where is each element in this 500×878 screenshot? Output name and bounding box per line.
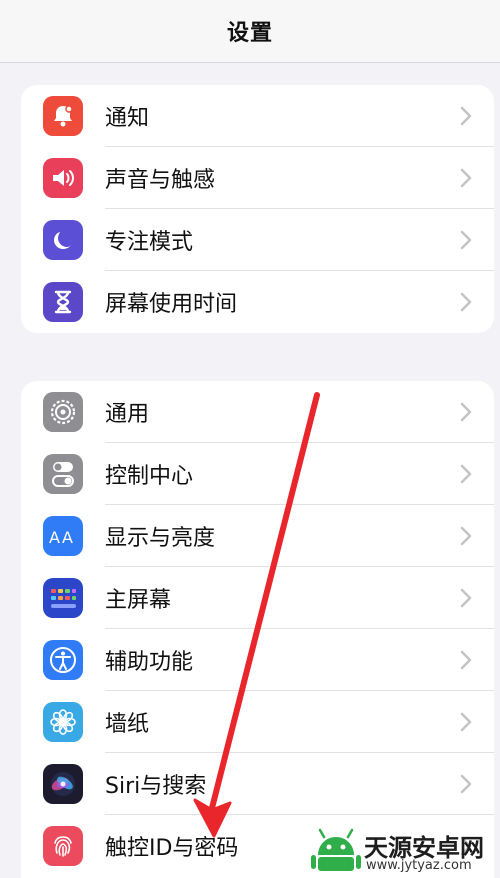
settings-group-general: 通用 控制中心 AA 显示与亮度 主屏幕 辅助功能 墙纸 Siri与搜索 触控I…: [21, 381, 494, 878]
row-accessibility[interactable]: 辅助功能: [21, 629, 494, 691]
chevron-right-icon: [460, 567, 472, 629]
chevron-right-icon: [460, 629, 472, 691]
text-size-icon: AA: [43, 516, 83, 556]
fingerprint-icon: [43, 826, 83, 866]
accessibility-icon: [43, 640, 83, 680]
row-siri-search[interactable]: Siri与搜索: [21, 753, 494, 815]
row-general[interactable]: 通用: [21, 381, 494, 443]
chevron-right-icon: [460, 147, 472, 209]
bell-icon: [43, 96, 83, 136]
moon-icon: [43, 220, 83, 260]
row-wallpaper[interactable]: 墙纸: [21, 691, 494, 753]
svg-text:A: A: [49, 528, 60, 547]
chevron-right-icon: [460, 753, 472, 815]
android-logo-icon: [311, 828, 361, 871]
grid-icon: [43, 578, 83, 618]
row-screen-time[interactable]: 屏幕使用时间: [21, 271, 494, 333]
chevron-right-icon: [460, 381, 472, 443]
row-home-screen[interactable]: 主屏幕: [21, 567, 494, 629]
row-display-brightness[interactable]: AA 显示与亮度: [21, 505, 494, 567]
gear-icon: [43, 392, 83, 432]
settings-group-notifications: 通知 声音与触感 专注模式 屏幕使用时间: [21, 85, 494, 333]
row-label: 显示与亮度: [105, 526, 216, 551]
watermark-url: www.jytyaz.com: [366, 858, 472, 873]
chevron-right-icon: [460, 505, 472, 567]
flower-icon: [43, 702, 83, 742]
row-label: 专注模式: [105, 230, 194, 255]
row-label: Siri与搜索: [105, 774, 207, 799]
row-focus[interactable]: 专注模式: [21, 209, 494, 271]
chevron-right-icon: [460, 209, 472, 271]
row-label: 辅助功能: [105, 650, 194, 675]
row-label: 通用: [105, 402, 150, 427]
row-control-center[interactable]: 控制中心: [21, 443, 494, 505]
chevron-right-icon: [460, 85, 472, 147]
row-label: 墙纸: [105, 712, 150, 737]
row-notifications[interactable]: 通知: [21, 85, 494, 147]
row-label: 屏幕使用时间: [105, 292, 238, 317]
row-label: 通知: [105, 106, 150, 131]
chevron-right-icon: [460, 271, 472, 333]
navigation-bar: 设置: [0, 0, 500, 63]
siri-icon: [43, 764, 83, 804]
row-label: 声音与触感: [105, 168, 216, 193]
row-label: 控制中心: [105, 464, 194, 489]
watermark: 天源安卓网 www.jytyaz.com: [306, 822, 500, 878]
chevron-right-icon: [460, 691, 472, 753]
svg-text:A: A: [62, 528, 73, 547]
chevron-right-icon: [460, 443, 472, 505]
page-title: 设置: [226, 21, 273, 46]
row-sounds-haptics[interactable]: 声音与触感: [21, 147, 494, 209]
hourglass-icon: [43, 282, 83, 322]
speaker-icon: [43, 158, 83, 198]
row-label: 主屏幕: [105, 588, 172, 613]
toggles-icon: [43, 454, 83, 494]
row-label: 触控ID与密码: [105, 836, 239, 861]
